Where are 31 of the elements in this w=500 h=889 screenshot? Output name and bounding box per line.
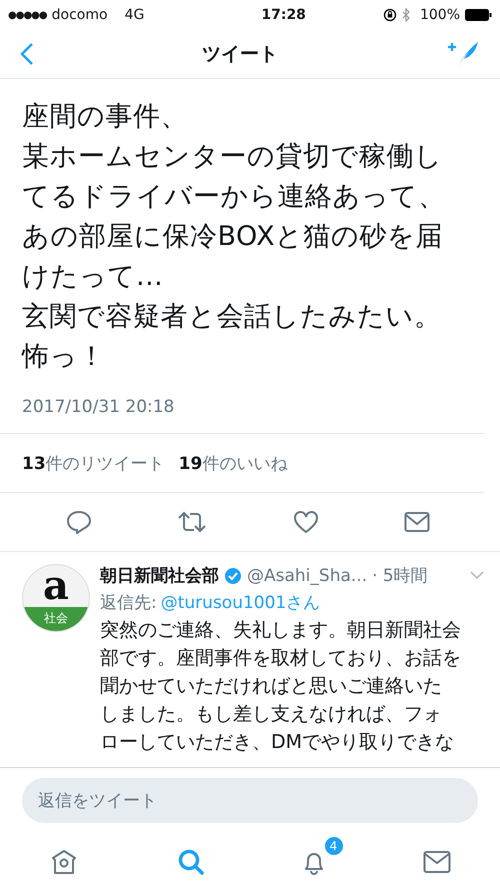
like-count[interactable]: 19件のいいね — [178, 452, 288, 474]
avatar-caption: 社会 — [23, 607, 89, 631]
carrier-name: docomo — [52, 7, 108, 23]
home-icon[interactable] — [50, 848, 78, 876]
notification-badge: 4 — [322, 834, 344, 856]
retweet-icon[interactable] — [177, 510, 208, 534]
battery-icon — [465, 9, 492, 21]
reply-time: · 5時間 — [372, 565, 428, 587]
back-icon[interactable] — [20, 42, 34, 66]
page-title: ツイート — [202, 42, 278, 67]
avatar-letter: a — [43, 565, 69, 607]
tweet-text: 座間の事件、 某ホームセンターの貸切で稼働し てるドライバーから連絡あって、 あの部屋に保冷BOXと猫の砂を届 けたって... 玄関で容疑者と会話したみたい。 怖っ！ — [22, 100, 446, 374]
bluetooth-icon — [402, 8, 411, 22]
battery-percent: 100% — [420, 7, 460, 23]
reply-icon[interactable] — [66, 510, 92, 534]
mail-icon[interactable] — [422, 848, 450, 874]
retweet-count[interactable]: 13件のリツイート — [22, 452, 165, 474]
reply-text: 突然のご連絡、失礼します。朝日新聞社会 部です。座間事件を取材しており、お話を 聞かせていただければと思いご連絡いた しました。もし差し支えなければ、フォ ローしていただき、DMでやり取りできな — [100, 618, 462, 755]
network-type: 4G — [124, 7, 144, 23]
account-handle: @Asahi_Sha... — [247, 566, 368, 586]
rotation-lock-icon — [382, 8, 397, 22]
heart-icon[interactable] — [292, 510, 319, 534]
reply-input-field[interactable]: 返信をツイート — [22, 778, 478, 823]
account-avatar[interactable]: a 社会 — [22, 564, 90, 632]
account-name[interactable]: 朝日新聞社会部 — [100, 564, 219, 587]
search-icon[interactable] — [176, 848, 204, 876]
signal-strength: ●●●●● — [8, 10, 47, 20]
clock-time: 17:28 — [260, 7, 306, 23]
tweet-timestamp: 2017/10/31 20:18 — [22, 397, 176, 417]
reply-to-label: 返信先: — [100, 593, 157, 613]
mail-icon[interactable] — [404, 511, 430, 533]
